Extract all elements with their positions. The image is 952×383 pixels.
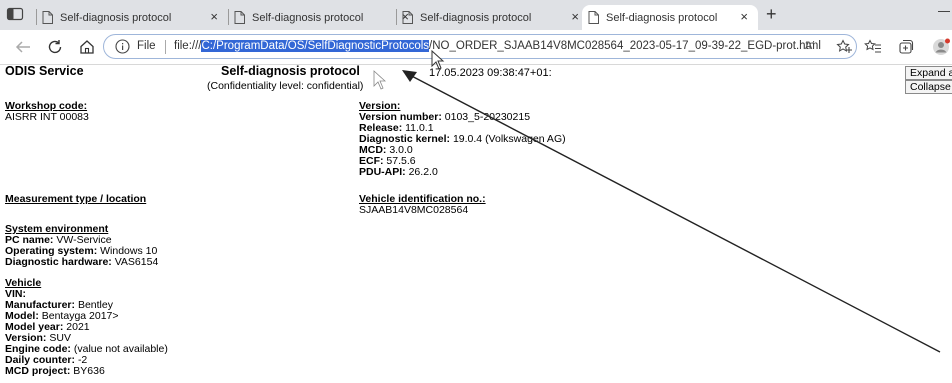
- annotation-arrow-icon: [402, 70, 941, 353]
- mouse-cursor-icon: [431, 50, 445, 70]
- mouse-cursor-icon: [373, 70, 387, 90]
